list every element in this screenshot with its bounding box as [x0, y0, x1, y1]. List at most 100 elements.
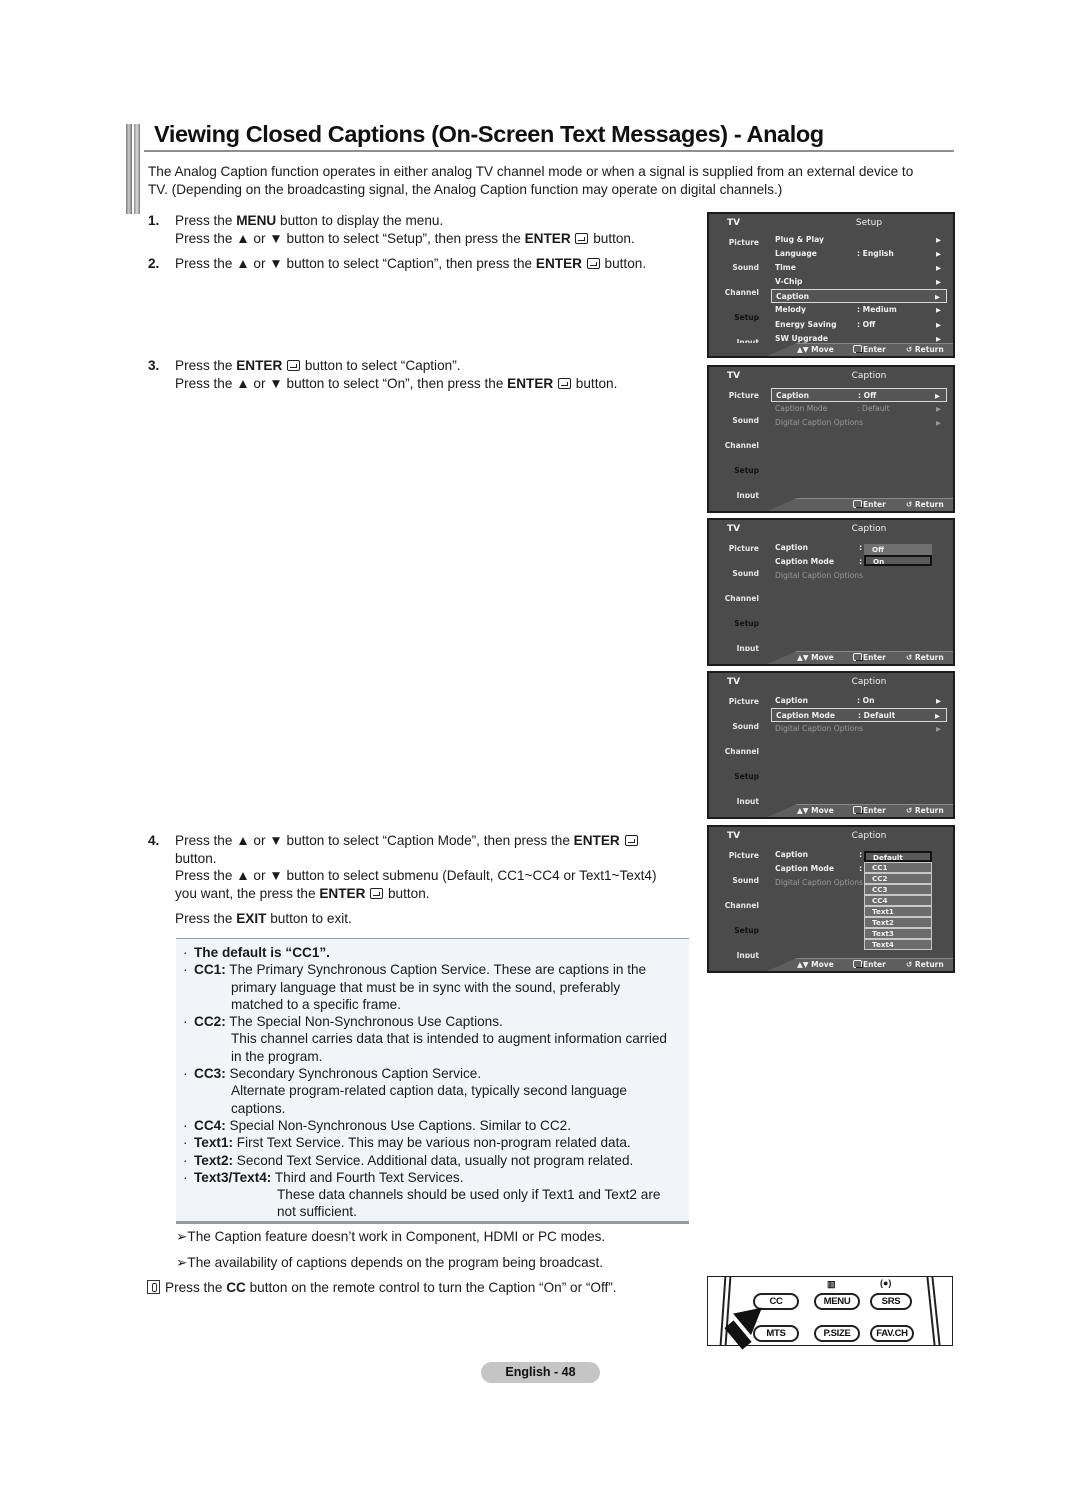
osd-menu-item[interactable]: Caption: Off ▶: [771, 388, 947, 403]
chevron-right-icon: ▶: [936, 419, 941, 428]
osd-nav-sound[interactable]: Sound: [709, 416, 767, 441]
caption-mode-note: · Text3/Text4: Third and Fourth Text Serv…: [183, 1169, 464, 1185]
osd-dropdown-option[interactable]: Off: [864, 544, 932, 555]
caption-mode-note-continuation: in the program.: [231, 1048, 323, 1064]
chevron-right-icon: ▶: [935, 392, 940, 400]
osd-enter-hint: Enter: [852, 960, 886, 969]
arrow-note-2: ➢The availability of captions depends on…: [176, 1255, 604, 1270]
osd-enter-hint: Enter: [852, 806, 886, 815]
osd-nav-channel[interactable]: Channel: [709, 288, 767, 313]
default-note: · The default is “CC1”.: [183, 945, 330, 960]
osd-menu-item[interactable]: Digital Caption Options: [771, 569, 947, 583]
osd-dropdown-option[interactable]: Default: [864, 851, 932, 862]
osd-menu-item[interactable]: Time ▶: [771, 261, 947, 275]
remote-note: Press the CC button on the remote contro…: [147, 1280, 617, 1295]
chevron-right-icon: ▶: [936, 236, 941, 244]
osd-nav-setup[interactable]: Setup: [709, 466, 767, 491]
step-number: 1.: [148, 213, 160, 228]
osd-dropdown-option[interactable]: CC4: [864, 895, 932, 906]
osd-menu-rows: Caption: Off ▶ Caption Mode: Default ▶ Digit…: [771, 388, 947, 430]
osd-tv-label: TV: [727, 524, 741, 534]
enter-icon: [287, 360, 301, 371]
osd-move-hint: ▲▼ Move: [797, 345, 834, 354]
osd-return-hint: ↺ Return: [906, 500, 944, 509]
osd-dropdown-option[interactable]: CC2: [864, 873, 932, 884]
chevron-right-icon: ▶: [936, 320, 941, 329]
osd-nav-channel[interactable]: Channel: [709, 901, 767, 926]
osd-dropdown[interactable]: Default CC1 CC2 CC3 CC4 Text1 Text2 Text3 Text4: [864, 851, 932, 950]
osd-tv-label: TV: [727, 218, 741, 228]
osd-return-hint: ↺ Return: [906, 806, 944, 815]
tv-osd-screen-5: TV Caption Picture Sound Channel Setup Input Ca…: [707, 825, 955, 973]
enter-icon: [370, 887, 384, 899]
osd-menu-item[interactable]: Digital Caption Options ▶: [771, 722, 947, 736]
caption-mode-note-continuation: not sufficient.: [277, 1204, 357, 1220]
osd-side-nav: PictureSoundChannelSetupInput: [709, 697, 767, 817]
osd-nav-sound[interactable]: Sound: [709, 263, 767, 288]
osd-dropdown-option[interactable]: On: [864, 555, 932, 566]
osd-menu-item[interactable]: Melody: Medium ▶: [771, 303, 947, 317]
osd-nav-setup[interactable]: Setup: [709, 772, 767, 797]
osd-dropdown-option[interactable]: CC1: [864, 862, 932, 873]
osd-menu-item[interactable]: Caption Mode: Default ▶: [771, 708, 947, 723]
intro-line-2: TV. (Depending on the broadcasting signa…: [148, 181, 783, 197]
enter-icon: [558, 377, 572, 389]
osd-menu-item[interactable]: V-Chip ▶: [771, 275, 947, 289]
favch-button[interactable]: FAV.CH: [870, 1325, 914, 1342]
osd-enter-hint: Enter: [852, 653, 886, 662]
page-title: Viewing Closed Captions (On-Screen Text …: [154, 121, 824, 147]
osd-menu-title: Caption: [851, 677, 887, 687]
osd-nav-channel[interactable]: Channel: [709, 441, 767, 466]
enter-icon: [853, 960, 863, 968]
osd-dropdown[interactable]: Off On: [864, 544, 932, 566]
osd-nav-picture[interactable]: Picture: [709, 697, 767, 722]
osd-nav-setup[interactable]: Setup: [709, 313, 767, 338]
osd-dropdown-option[interactable]: Text1: [864, 906, 932, 917]
decorative-side-bars: [126, 124, 144, 214]
osd-tv-label: TV: [727, 677, 741, 687]
osd-menu-item[interactable]: Plug & Play ▶: [771, 233, 947, 247]
intro-paragraph: The Analog Caption function operates in …: [148, 163, 948, 198]
tv-osd-screen-4: TV Caption Picture Sound Channel Setup Input Ca…: [707, 671, 955, 819]
osd-menu-item[interactable]: Caption Mode: Default ▶: [771, 402, 947, 416]
osd-nav-sound[interactable]: Sound: [709, 722, 767, 747]
osd-nav-setup[interactable]: Setup: [709, 926, 767, 951]
caption-mode-note-continuation: Alternate program-related caption data, …: [231, 1083, 627, 1099]
osd-side-nav: PictureSoundChannelSetupInput: [709, 851, 767, 971]
srs-icon: (●): [880, 1278, 892, 1288]
osd-dropdown-option[interactable]: CC3: [864, 884, 932, 895]
osd-nav-picture[interactable]: Picture: [709, 238, 767, 263]
osd-menu-item[interactable]: Language: English ▶: [771, 247, 947, 261]
caption-mode-note-continuation: matched to a specific frame.: [231, 996, 401, 1012]
osd-return-hint: ↺ Return: [906, 345, 944, 354]
osd-nav-sound[interactable]: Sound: [709, 569, 767, 594]
osd-dropdown-option[interactable]: Text4: [864, 939, 932, 950]
osd-nav-picture[interactable]: Picture: [709, 851, 767, 876]
osd-nav-setup[interactable]: Setup: [709, 619, 767, 644]
srs-button[interactable]: SRS: [870, 1293, 912, 1310]
osd-dropdown-option[interactable]: Text2: [864, 917, 932, 928]
osd-tv-label: TV: [727, 831, 741, 841]
osd-menu-item[interactable]: Energy Saving: Off ▶: [771, 318, 947, 332]
osd-nav-channel[interactable]: Channel: [709, 747, 767, 772]
caption-mode-note-continuation: captions.: [231, 1100, 286, 1116]
chevron-right-icon: ▶: [935, 712, 940, 721]
enter-icon: [586, 258, 600, 269]
osd-nav-channel[interactable]: Channel: [709, 594, 767, 619]
osd-nav-picture[interactable]: Picture: [709, 391, 767, 416]
osd-menu-item[interactable]: Caption ▶: [771, 289, 947, 304]
osd-tv-label: TV: [727, 371, 741, 381]
psize-button[interactable]: P.SIZE: [814, 1325, 860, 1342]
osd-nav-sound[interactable]: Sound: [709, 876, 767, 901]
chevron-right-icon: ▶: [936, 264, 941, 273]
osd-dropdown-option[interactable]: Text3: [864, 928, 932, 939]
caption-mode-note-continuation: This channel carries data that is intend…: [231, 1031, 667, 1047]
osd-menu-item[interactable]: Digital Caption Options ▶: [771, 416, 947, 430]
enter-icon: [853, 806, 863, 814]
osd-menu-rows: Plug & Play ▶ Language: English ▶ Time ▶ V-Chi…: [771, 233, 947, 346]
osd-menu-item[interactable]: Caption: On ▶: [771, 694, 947, 708]
caption-mode-note-continuation: primary language that must be in sync wi…: [231, 979, 621, 995]
osd-side-nav: PictureSoundChannelSetupInput: [709, 238, 767, 356]
menu-button[interactable]: MENU: [814, 1293, 860, 1310]
osd-nav-picture[interactable]: Picture: [709, 544, 767, 569]
